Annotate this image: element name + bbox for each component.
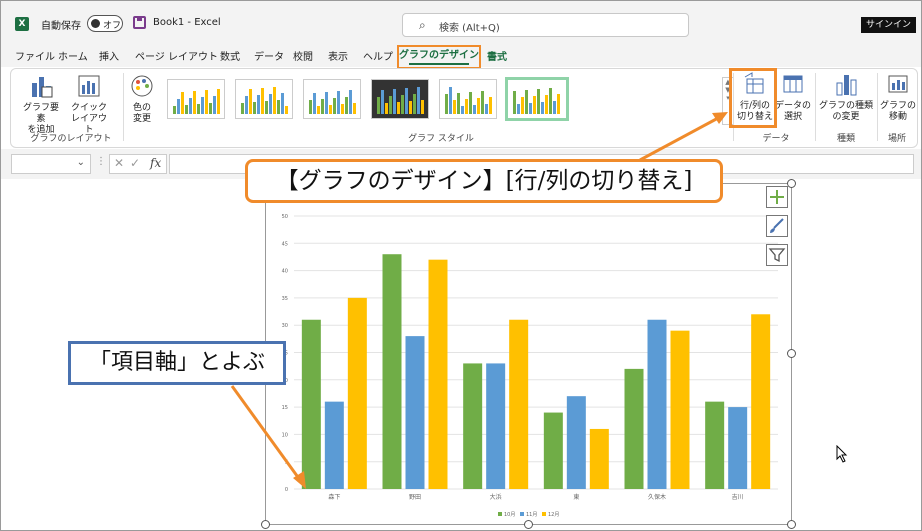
callout-arrows bbox=[230, 112, 728, 489]
callout-switch-row-column: 【グラフのデザイン】[行/列の切り替え] bbox=[245, 159, 723, 203]
callout-category-axis: 「項目軸」とよぶ bbox=[68, 341, 286, 385]
mouse-cursor-icon bbox=[836, 445, 848, 463]
